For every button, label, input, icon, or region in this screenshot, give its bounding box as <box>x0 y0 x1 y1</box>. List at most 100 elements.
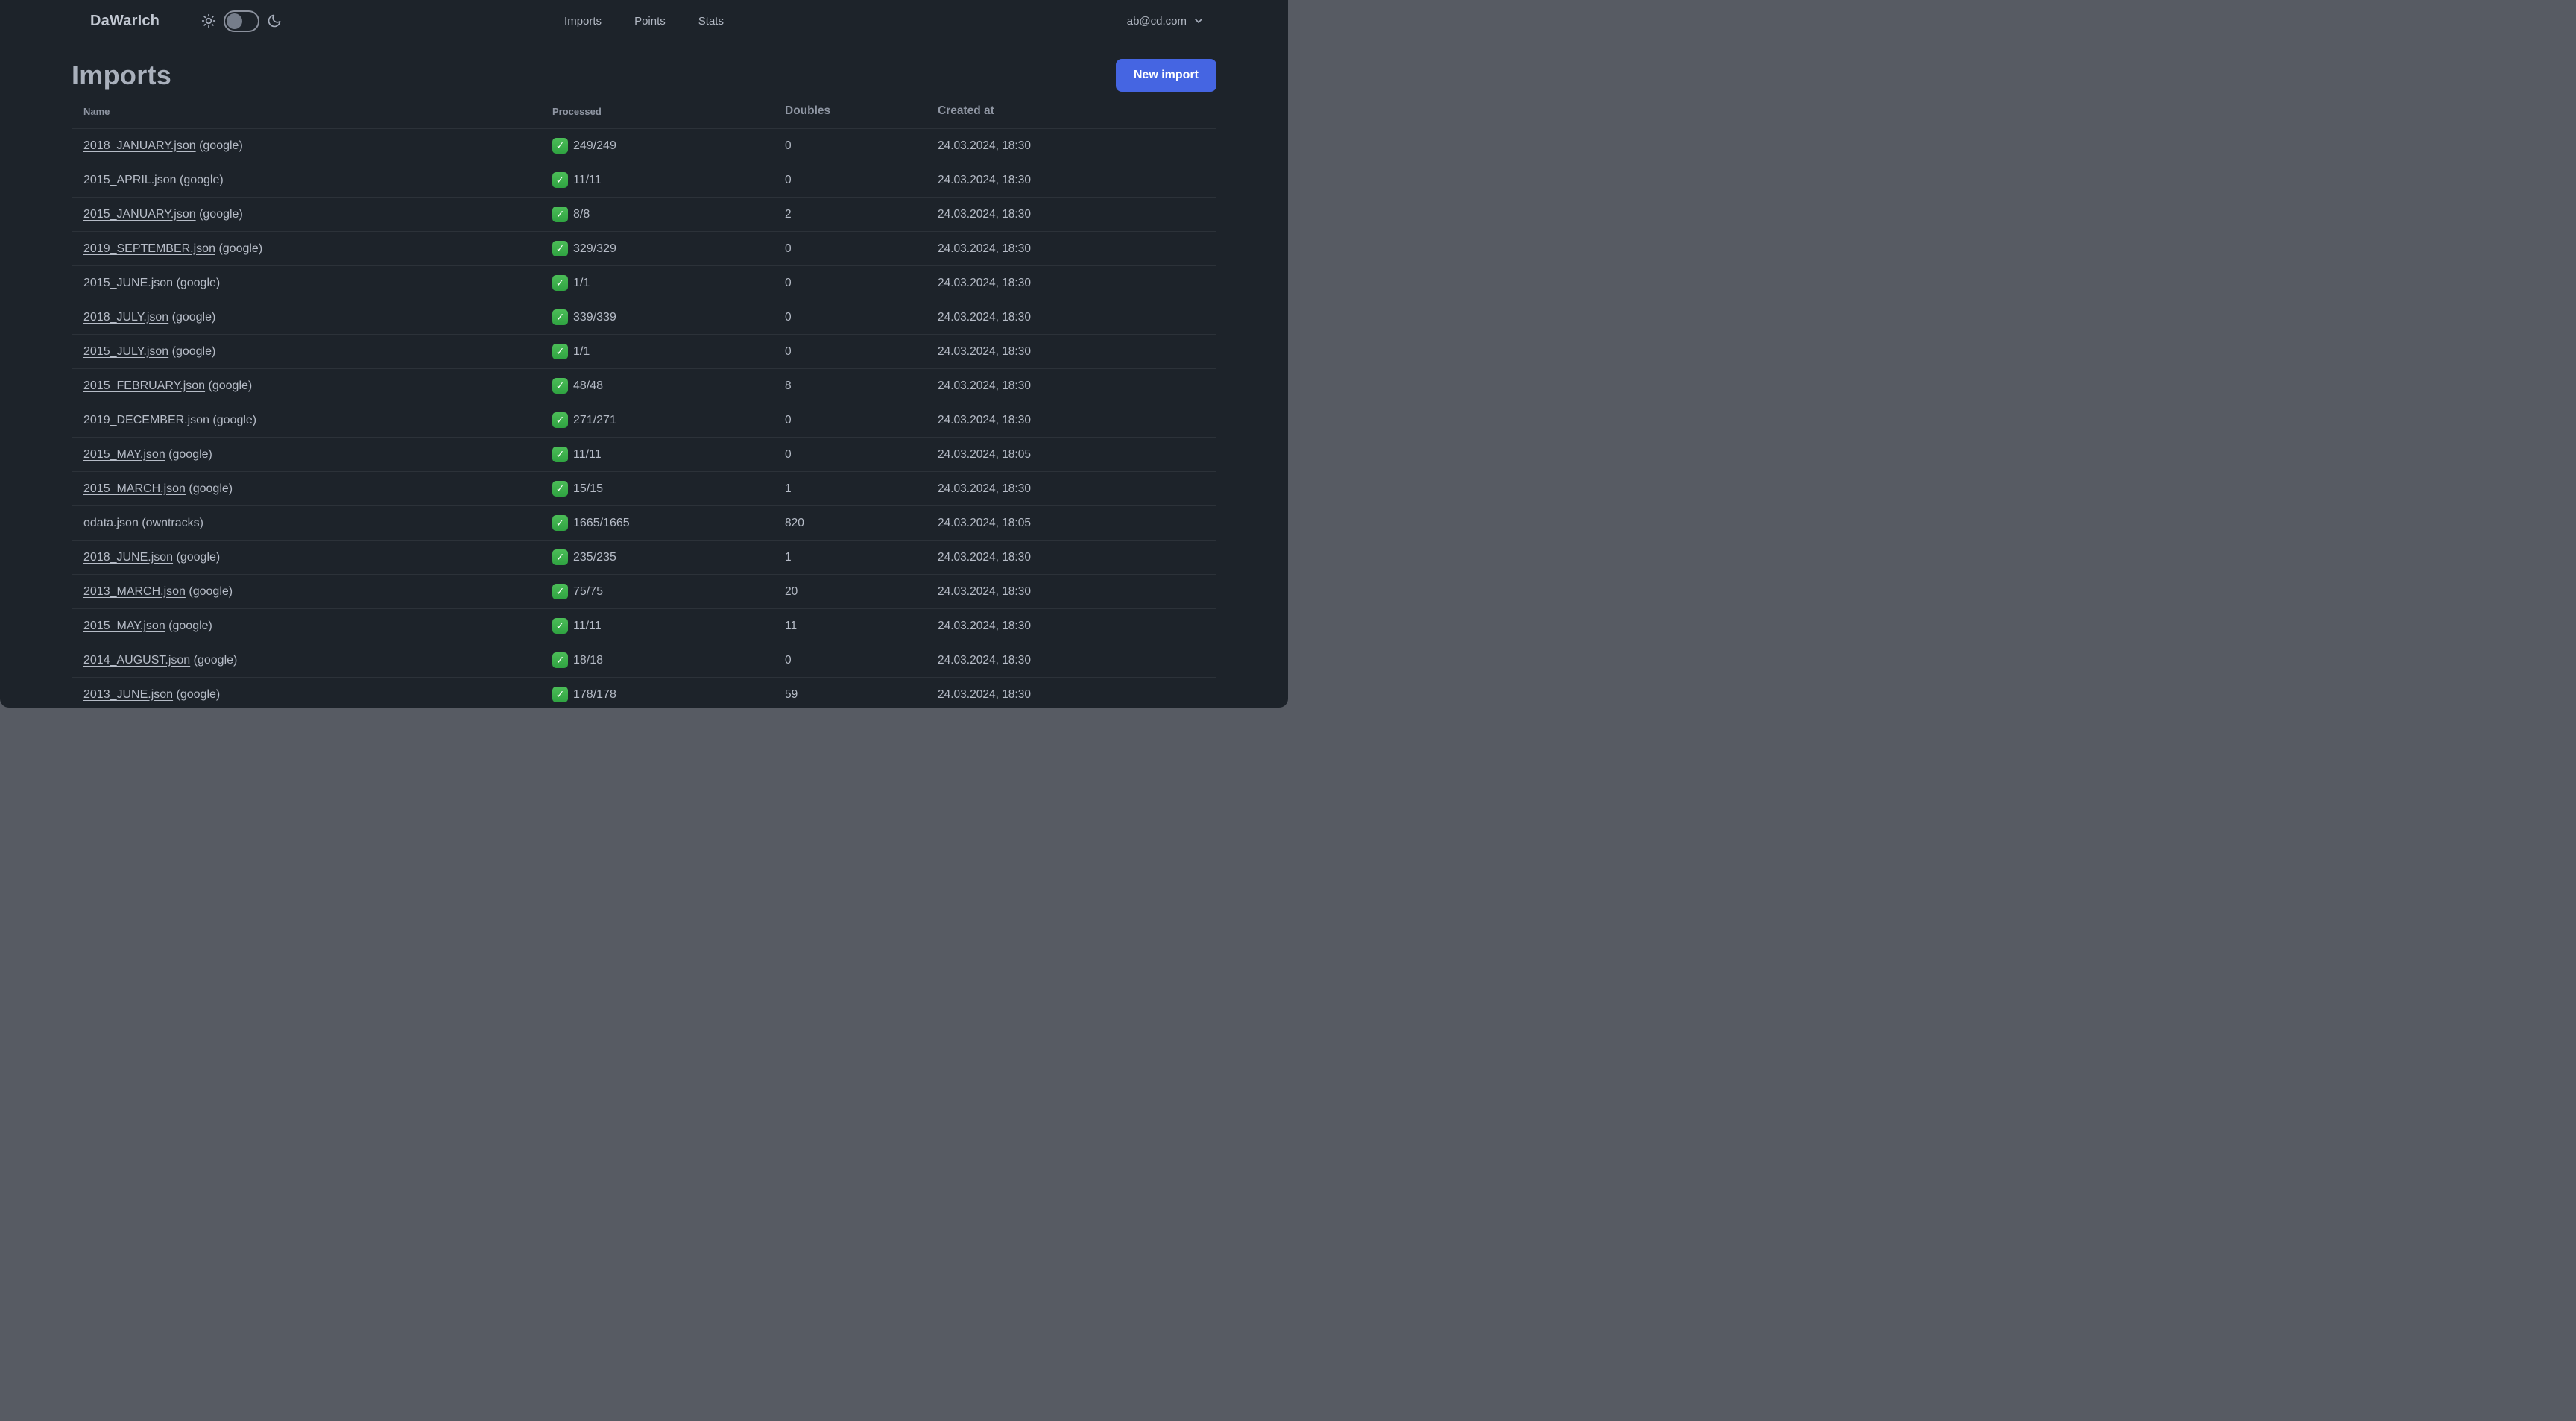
success-check-icon <box>552 309 568 325</box>
navbar: DaWarIch Imports Points Stats ab@cd.com <box>0 0 1288 42</box>
user-email: ab@cd.com <box>1126 14 1187 28</box>
import-file-link[interactable]: 2015_MARCH.json <box>83 482 186 495</box>
doubles-cell: 820 <box>785 516 804 529</box>
nav-link-imports[interactable]: Imports <box>564 15 602 28</box>
created-at-cell: 24.03.2024, 18:30 <box>938 207 1031 221</box>
import-file-link[interactable]: 2015_JANUARY.json <box>83 208 196 221</box>
import-name-cell: 2018_JULY.json (google) <box>72 311 552 324</box>
table-row: odata.json (owntracks) 1665/1665 820 24.… <box>72 505 1216 540</box>
processed-cell: 329/329 <box>552 241 785 256</box>
sun-icon <box>201 13 216 28</box>
import-name-cell: 2014_AUGUST.json (google) <box>72 654 552 667</box>
import-source: (google) <box>176 550 221 564</box>
created-at-cell: 24.03.2024, 18:30 <box>938 413 1031 426</box>
column-header-doubles: Doubles <box>785 104 831 117</box>
import-name-cell: 2015_JULY.json (google) <box>72 345 552 359</box>
import-name-cell: 2018_JANUARY.json (google) <box>72 139 552 153</box>
processed-count: 271/271 <box>573 413 616 426</box>
created-at-cell: 24.03.2024, 18:30 <box>938 687 1031 701</box>
doubles-cell: 0 <box>785 344 792 358</box>
created-at-cell: 24.03.2024, 18:30 <box>938 173 1031 186</box>
import-source: (google) <box>171 310 216 324</box>
main-nav: Imports Points Stats <box>564 0 724 42</box>
import-file-link[interactable]: 2019_DECEMBER.json <box>83 414 209 426</box>
page-header: Imports New import <box>72 57 1216 94</box>
processed-count: 18/18 <box>573 653 604 667</box>
table-row: 2015_MAY.json (google) 11/11 11 24.03.20… <box>72 608 1216 643</box>
import-file-link[interactable]: 2015_APRIL.json <box>83 174 177 186</box>
success-check-icon <box>552 584 568 599</box>
import-file-link[interactable]: 2018_JUNE.json <box>83 551 173 564</box>
processed-count: 329/329 <box>573 242 616 255</box>
table-row: 2013_JUNE.json (google) 178/178 59 24.03… <box>72 677 1216 708</box>
table-row: 2018_JULY.json (google) 339/339 0 24.03.… <box>72 300 1216 334</box>
import-file-link[interactable]: 2013_JUNE.json <box>83 688 173 701</box>
doubles-cell: 1 <box>785 482 792 495</box>
import-file-link[interactable]: 2019_SEPTEMBER.json <box>83 242 215 255</box>
import-source: (owntracks) <box>142 516 203 529</box>
import-file-link[interactable]: 2015_JUNE.json <box>83 277 173 289</box>
import-file-link[interactable]: 2018_JANUARY.json <box>83 139 196 152</box>
processed-count: 75/75 <box>573 585 604 598</box>
theme-toggle-switch[interactable] <box>224 10 260 32</box>
doubles-cell: 59 <box>785 687 798 701</box>
processed-cell: 271/271 <box>552 412 785 428</box>
doubles-cell: 0 <box>785 276 792 289</box>
brand-logo[interactable]: DaWarIch <box>90 13 160 30</box>
processed-cell: 1/1 <box>552 275 785 291</box>
success-check-icon <box>552 687 568 702</box>
new-import-button[interactable]: New import <box>1115 59 1216 92</box>
table-row: 2019_DECEMBER.json (google) 271/271 0 24… <box>72 403 1216 437</box>
processed-cell: 1/1 <box>552 344 785 359</box>
created-at-cell: 24.03.2024, 18:30 <box>938 276 1031 289</box>
processed-cell: 18/18 <box>552 652 785 668</box>
processed-count: 1/1 <box>573 276 590 289</box>
user-menu[interactable]: ab@cd.com <box>1127 0 1205 42</box>
import-name-cell: odata.json (owntracks) <box>72 517 552 530</box>
success-check-icon <box>552 412 568 428</box>
processed-cell: 15/15 <box>552 481 785 497</box>
processed-count: 11/11 <box>573 619 602 632</box>
import-name-cell: 2019_SEPTEMBER.json (google) <box>72 242 552 256</box>
import-file-link[interactable]: odata.json <box>83 517 139 529</box>
success-check-icon <box>552 207 568 222</box>
created-at-cell: 24.03.2024, 18:30 <box>938 482 1031 495</box>
processed-cell: 11/11 <box>552 172 785 188</box>
import-name-cell: 2015_MAY.json (google) <box>72 620 552 633</box>
processed-count: 15/15 <box>573 482 604 495</box>
nav-link-stats[interactable]: Stats <box>698 15 724 28</box>
import-name-cell: 2015_FEBRUARY.json (google) <box>72 379 552 393</box>
created-at-cell: 24.03.2024, 18:05 <box>938 516 1031 529</box>
nav-link-points[interactable]: Points <box>634 15 666 28</box>
processed-count: 235/235 <box>573 550 616 564</box>
success-check-icon <box>552 172 568 188</box>
main-content: Imports New import Name Processed Double… <box>0 57 1288 708</box>
doubles-cell: 0 <box>785 139 792 152</box>
import-file-link[interactable]: 2015_MAY.json <box>83 620 165 632</box>
table-row: 2015_JULY.json (google) 1/1 0 24.03.2024… <box>72 334 1216 368</box>
imports-table: Name Processed Doubles Created at 2018_J… <box>72 94 1216 708</box>
column-header-created-at: Created at <box>938 104 994 117</box>
column-header-processed: Processed <box>552 105 602 117</box>
processed-count: 11/11 <box>573 447 602 461</box>
import-file-link[interactable]: 2014_AUGUST.json <box>83 654 190 667</box>
import-source: (google) <box>179 173 224 186</box>
processed-count: 48/48 <box>573 379 604 392</box>
table-header-row: Name Processed Doubles Created at <box>72 94 1216 128</box>
import-file-link[interactable]: 2018_JULY.json <box>83 311 168 324</box>
doubles-cell: 2 <box>785 207 792 221</box>
import-file-link[interactable]: 2015_FEBRUARY.json <box>83 379 205 392</box>
import-name-cell: 2013_MARCH.json (google) <box>72 585 552 599</box>
import-file-link[interactable]: 2013_MARCH.json <box>83 585 186 598</box>
import-name-cell: 2015_MARCH.json (google) <box>72 482 552 496</box>
import-source: (google) <box>168 447 212 461</box>
import-source: (google) <box>176 687 221 701</box>
import-name-cell: 2013_JUNE.json (google) <box>72 688 552 702</box>
import-name-cell: 2015_JANUARY.json (google) <box>72 208 552 221</box>
toggle-knob <box>227 13 243 29</box>
import-file-link[interactable]: 2015_MAY.json <box>83 448 165 461</box>
table-row: 2015_APRIL.json (google) 11/11 0 24.03.2… <box>72 163 1216 197</box>
import-file-link[interactable]: 2015_JULY.json <box>83 345 168 358</box>
doubles-cell: 0 <box>785 173 792 186</box>
created-at-cell: 24.03.2024, 18:30 <box>938 653 1031 667</box>
